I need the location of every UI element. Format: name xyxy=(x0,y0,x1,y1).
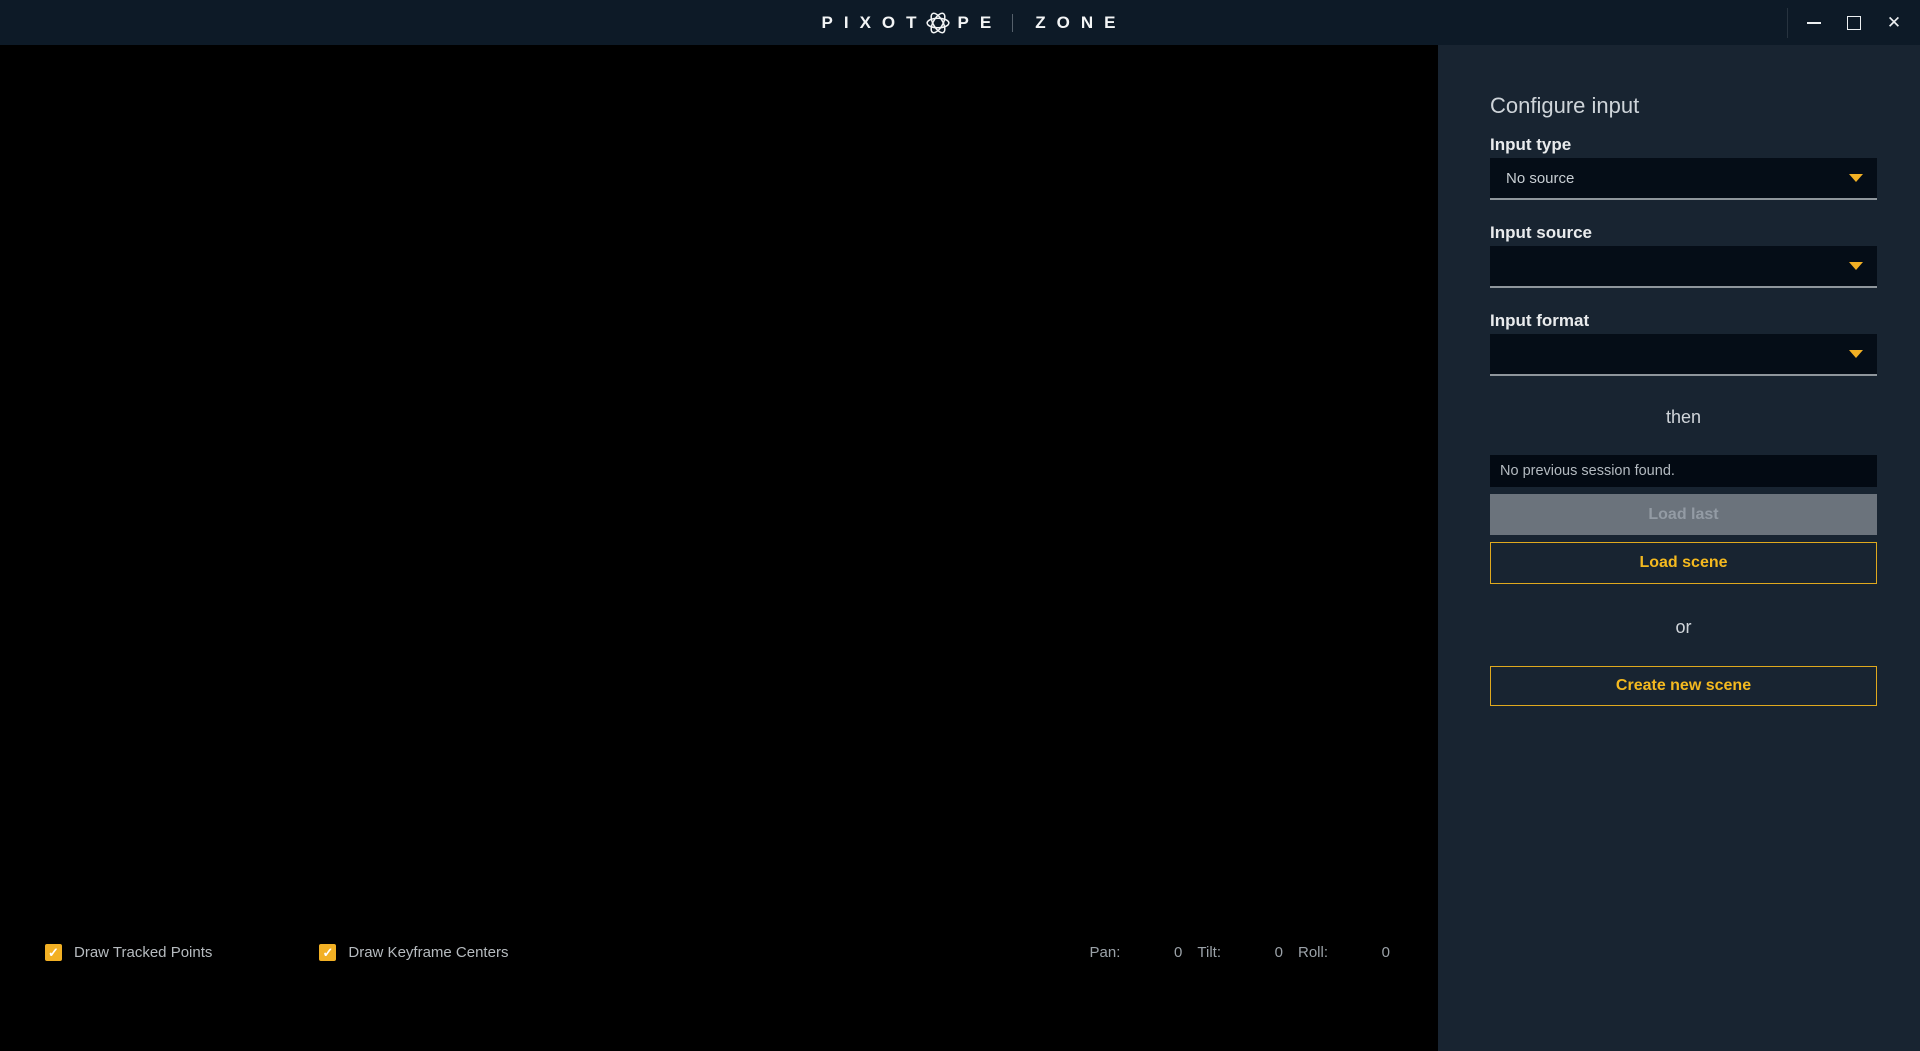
camera-readouts: Pan: 0 Tilt: 0 Roll: 0 xyxy=(1090,944,1390,961)
tilt-value: 0 xyxy=(1221,944,1283,961)
input-format-label: Input format xyxy=(1490,311,1877,331)
create-new-scene-button[interactable]: Create new scene xyxy=(1490,666,1877,706)
draw-options: ✓ Draw Tracked Points ✓ Draw Keyframe Ce… xyxy=(45,944,508,961)
load-last-button[interactable]: Load last xyxy=(1490,494,1877,535)
draw-keyframe-centers-checkbox[interactable]: ✓ Draw Keyframe Centers xyxy=(319,944,508,961)
configure-input-panel: Configure input Input type No source Inp… xyxy=(1438,45,1920,1051)
minimize-icon xyxy=(1807,22,1821,24)
maximize-button[interactable] xyxy=(1834,0,1874,45)
check-icon: ✓ xyxy=(48,946,59,959)
viewport-overlay-bar: ✓ Draw Tracked Points ✓ Draw Keyframe Ce… xyxy=(45,943,1390,961)
checkbox-checked-icon: ✓ xyxy=(319,944,336,961)
tilt-label: Tilt: xyxy=(1197,944,1221,961)
titlebar: PIXOT PE ZONE xyxy=(0,0,1920,45)
then-label: then xyxy=(1490,407,1877,428)
checkbox-label: Draw Keyframe Centers xyxy=(348,944,508,961)
window-controls: ✕ xyxy=(1787,0,1914,45)
pan-label: Pan: xyxy=(1090,944,1121,961)
chevron-down-icon xyxy=(1849,262,1863,270)
input-source-label: Input source xyxy=(1490,223,1877,243)
or-label: or xyxy=(1490,617,1877,638)
viewport: ✓ Draw Tracked Points ✓ Draw Keyframe Ce… xyxy=(0,45,1438,1051)
check-icon: ✓ xyxy=(322,946,333,959)
app-logo: PIXOT PE ZONE xyxy=(822,10,1127,36)
brand-divider xyxy=(1012,14,1013,32)
roll-value: 0 xyxy=(1328,944,1390,961)
close-icon: ✕ xyxy=(1887,14,1901,31)
input-format-select[interactable] xyxy=(1490,334,1877,376)
pan-value: 0 xyxy=(1120,944,1182,961)
input-type-label: Input type xyxy=(1490,135,1877,155)
draw-tracked-points-checkbox[interactable]: ✓ Draw Tracked Points xyxy=(45,944,212,961)
input-source-select[interactable] xyxy=(1490,246,1877,288)
panel-title: Configure input xyxy=(1490,93,1877,119)
close-button[interactable]: ✕ xyxy=(1874,0,1914,45)
maximize-icon xyxy=(1847,16,1861,30)
input-type-value: No source xyxy=(1506,170,1849,187)
checkbox-label: Draw Tracked Points xyxy=(74,944,212,961)
input-type-select[interactable]: No source xyxy=(1490,158,1877,200)
brand-pixotope-suffix: PE xyxy=(958,14,1003,31)
roll-label: Roll: xyxy=(1298,944,1328,961)
chevron-down-icon xyxy=(1849,350,1863,358)
app-window: PIXOT PE ZONE xyxy=(0,0,1920,1051)
load-scene-button[interactable]: Load scene xyxy=(1490,542,1877,584)
session-message: No previous session found. xyxy=(1490,455,1877,487)
pixotope-atom-icon xyxy=(925,10,951,36)
brand-product: ZONE xyxy=(1035,14,1126,31)
minimize-button[interactable] xyxy=(1794,0,1834,45)
checkbox-checked-icon: ✓ xyxy=(45,944,62,961)
window-controls-divider xyxy=(1787,8,1788,38)
chevron-down-icon xyxy=(1849,174,1863,182)
brand-pixotope-prefix: PIXOT xyxy=(822,14,928,31)
